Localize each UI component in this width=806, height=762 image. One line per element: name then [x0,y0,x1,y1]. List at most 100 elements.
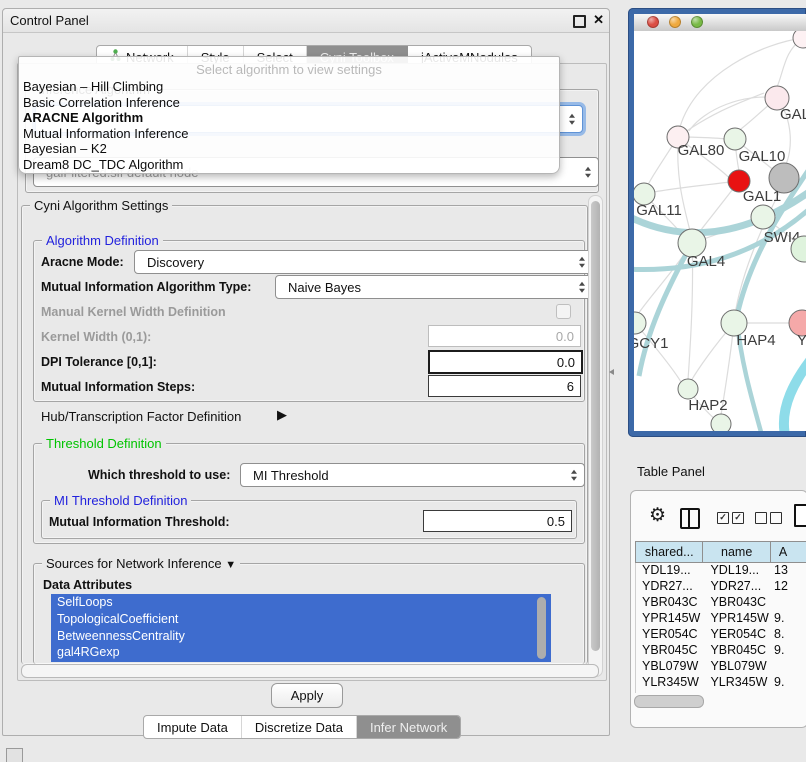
minimize-traffic-light[interactable] [669,16,681,28]
collapse-arrow-icon[interactable]: ▼ [225,559,236,571]
collapsed-panel-icon[interactable] [6,748,23,762]
mi-steps-label: Mutual Information Steps: [41,380,195,394]
settings-scrollbar-thumb[interactable] [591,201,600,651]
table-row[interactable]: YDL19...YDL19...13 [636,563,806,579]
node-label: GAL10 [739,148,786,165]
column-header[interactable]: shared... [635,541,703,563]
network-node-gal10[interactable] [724,128,746,150]
network-node-gcy1[interactable] [634,312,646,334]
table-cell: YDL19... [636,563,704,579]
algorithm-popup: Select algorithm to view settings Bayesi… [18,56,560,174]
aracne-mode-combo[interactable]: Discovery [134,250,593,274]
algorithm-definition-title: Algorithm Definition [42,233,163,248]
kernel-width-field[interactable]: 0.0 [428,325,581,347]
attribute-item[interactable]: gal4RGexp [51,644,551,661]
attributes-list-scrollbar[interactable] [537,597,546,659]
network-edge-weighted[interactable] [784,347,806,431]
mi-type-value: Naive Bayes [288,280,361,295]
network-canvas[interactable]: GALGAL80GAL10GAL1GAL11SWI4GAL4GCY1HAP4YH… [634,31,806,431]
float-window-icon[interactable] [573,15,586,28]
network-edge[interactable] [654,181,739,192]
tab-impute-data[interactable]: Impute Data [144,716,242,738]
data-attributes-list[interactable]: SelfLoopsTopologicalCoefficientBetweenne… [51,594,551,662]
algorithm-option[interactable]: Dream8 DC_TDC Algorithm [19,157,559,173]
table-row[interactable]: YLR345WYLR345W9. [636,675,806,691]
table-cell: YPR145W [636,611,704,627]
manual-kernel-checkbox[interactable] [556,304,571,319]
node-label: GAL1 [743,188,781,205]
table-cell: YLR345W [636,675,704,691]
table-cell: YER054C [704,627,772,643]
table-row[interactable]: YBR043CYBR043C [636,595,806,611]
mi-threshold-label: Mutual Information Threshold: [49,515,230,529]
hub-definition-label[interactable]: Hub/Transcription Factor Definition [41,409,241,424]
close-icon[interactable]: ✕ [593,12,604,28]
node-label: HAP2 [688,397,727,414]
algorithm-option[interactable]: Mutual Information Inference [19,126,559,142]
network-node-swi4[interactable] [751,205,775,229]
which-threshold-value: MI Threshold [253,468,329,483]
spinner-icon [569,114,575,125]
column-layout-icon[interactable] [680,508,700,529]
table-row[interactable]: YDR27...YDR27...12 [636,579,806,595]
node-label: HAP4 [736,332,775,349]
deselect-all-checkboxes-icon[interactable] [755,512,782,524]
table-row[interactable]: YLL052CYLL052C9 [636,691,806,693]
table-hscrollbar-thumb[interactable] [634,695,704,708]
tab-infer-network[interactable]: Infer Network [357,716,460,738]
algorithm-option[interactable]: Bayesian – K2 [19,141,559,157]
tab-label: Discretize Data [255,720,343,735]
algorithm-option[interactable]: ARACNE Algorithm [19,110,559,126]
tab-label: Impute Data [157,720,228,735]
table-header-row: shared...nameA [635,541,806,563]
apply-button[interactable]: Apply [271,683,343,708]
bottom-tab-bar: Impute Data Discretize Data Infer Network [143,715,461,739]
select-all-checkboxes-icon[interactable]: ✓✓ [717,512,744,524]
column-header[interactable]: A [771,541,806,563]
attribute-item[interactable]: SelfLoops [51,594,551,611]
table-cell: YDR27... [636,579,704,595]
table-cell [772,659,806,675]
node-table: shared...nameA YDL19...YDL19...13YDR27..… [635,541,806,693]
spinner-icon [571,470,577,481]
settings-hscrollbar-thumb[interactable] [21,664,599,678]
mi-threshold-field[interactable]: 0.5 [423,510,572,532]
which-threshold-label: Which threshold to use: [88,468,230,482]
dpi-tolerance-field[interactable]: 0.0 [428,350,583,374]
threshold-definition-title: Threshold Definition [42,436,166,451]
table-cell: 9. [772,611,806,627]
table-cell: YBR043C [704,595,772,611]
spinner-icon [579,282,585,293]
attribute-item[interactable]: TopologicalCoefficient [51,611,551,628]
table-settings-gear-icon[interactable]: ⚙ [649,507,666,526]
network-edge[interactable] [678,93,764,137]
network-edge[interactable] [689,97,777,131]
table-row[interactable]: YBL079WYBL079W [636,659,806,675]
which-threshold-combo[interactable]: MI Threshold [240,463,585,487]
tab-label: Infer Network [370,720,447,735]
algorithm-option[interactable]: Basic Correlation Inference [19,95,559,111]
node-label: GAL [780,106,806,123]
table-cell: 9. [772,643,806,659]
mi-type-combo[interactable]: Naive Bayes [275,275,593,299]
network-node[interactable] [711,414,731,431]
mi-type-label: Mutual Information Algorithm Type: [41,280,251,294]
table-row[interactable]: YER054CYER054C8. [636,627,806,643]
attribute-item[interactable]: BetweennessCentrality [51,628,551,645]
column-header[interactable]: name [703,541,770,563]
split-divider-arrow-icon[interactable] [609,369,614,375]
export-table-icon[interactable] [794,504,806,527]
settings-scrollbar-track[interactable] [588,195,603,677]
algorithm-option[interactable]: Bayesian – Hill Climbing [19,79,559,95]
zoom-traffic-light[interactable] [691,16,703,28]
mi-steps-field[interactable]: 6 [428,375,581,397]
network-node-hap2[interactable] [678,379,698,399]
expand-arrow-icon[interactable]: ▶ [277,407,287,423]
node-label: GCY1 [634,335,668,352]
table-cell [772,595,806,611]
network-view-window: GALGAL80GAL10GAL1GAL11SWI4GAL4GCY1HAP4YH… [628,8,806,437]
tab-discretize-data[interactable]: Discretize Data [242,716,357,738]
close-traffic-light[interactable] [647,16,659,28]
table-row[interactable]: YPR145WYPR145W9. [636,611,806,627]
table-row[interactable]: YBR045CYBR045C9. [636,643,806,659]
